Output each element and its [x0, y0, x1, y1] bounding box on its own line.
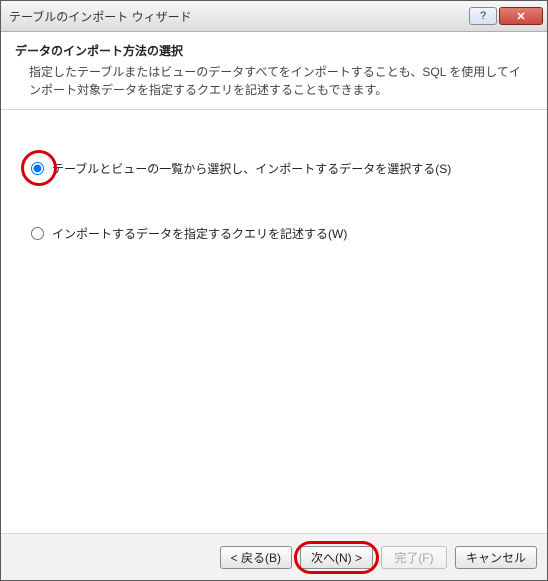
finish-button: 完了(F) — [381, 546, 447, 569]
window-title: テーブルのインポート ウィザード — [9, 8, 467, 25]
option-select-from-list[interactable]: テーブルとビューの一覧から選択し、インポートするデータを選択する(S) — [31, 160, 517, 177]
option-label: インポートするデータを指定するクエリを記述する(W) — [52, 225, 347, 242]
help-button[interactable]: ? — [469, 7, 497, 25]
titlebar: テーブルのインポート ウィザード ? ✕ — [1, 1, 547, 32]
next-button-wrap: 次へ(N) > — [300, 546, 373, 569]
wizard-header: データのインポート方法の選択 指定したテーブルまたはビューのデータすべてをインポ… — [1, 32, 547, 110]
option-write-query[interactable]: インポートするデータを指定するクエリを記述する(W) — [31, 225, 517, 242]
window-controls: ? ✕ — [467, 7, 543, 25]
back-button[interactable]: < 戻る(B) — [220, 546, 292, 569]
radio-select-from-list[interactable] — [31, 162, 44, 175]
close-button[interactable]: ✕ — [499, 7, 543, 25]
page-title: データのインポート方法の選択 — [15, 42, 527, 59]
next-button[interactable]: 次へ(N) > — [300, 546, 373, 569]
wizard-window: テーブルのインポート ウィザード ? ✕ データのインポート方法の選択 指定した… — [0, 0, 548, 581]
wizard-footer: < 戻る(B) 次へ(N) > 完了(F) キャンセル — [1, 533, 547, 580]
page-description: 指定したテーブルまたはビューのデータすべてをインポートすることも、SQL を使用… — [29, 63, 527, 99]
option-label: テーブルとビューの一覧から選択し、インポートするデータを選択する(S) — [52, 160, 451, 177]
cancel-button[interactable]: キャンセル — [455, 546, 537, 569]
wizard-content: テーブルとビューの一覧から選択し、インポートするデータを選択する(S) インポー… — [1, 110, 547, 533]
radio-write-query[interactable] — [31, 227, 44, 240]
